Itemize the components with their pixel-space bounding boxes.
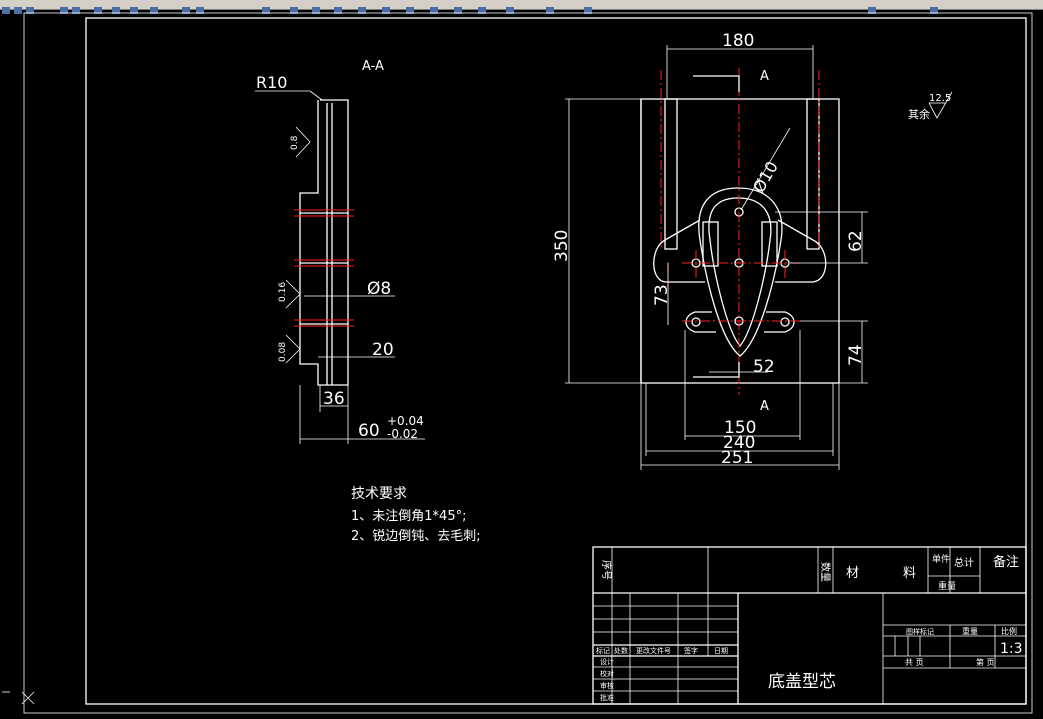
notes-line-2: 2、锐边倒钝、去毛刺;: [351, 529, 481, 544]
slot-right: [806, 98, 820, 250]
dim-r10: R10: [256, 73, 287, 92]
dim-60: 60: [358, 421, 380, 441]
tb-doc-no: 更改文件号: [636, 646, 671, 655]
tb-material-2: 料: [903, 566, 916, 581]
tb-approve: 批准: [600, 693, 614, 702]
ucs-icon: [2, 691, 35, 705]
dim-20: 20: [372, 340, 394, 360]
roughness-note: 其余 12.5: [908, 91, 953, 121]
svg-text:0.8: 0.8: [290, 135, 300, 150]
plan-view: A A 180 350 Ø10 62 73 74 52 150 240 251: [552, 31, 868, 470]
section-label-bottom: A: [760, 399, 769, 414]
dim-36: 36: [323, 389, 345, 409]
tb-stage-mark: 图样标记: [906, 627, 934, 636]
tb-sheet-no: 第 页: [976, 657, 995, 667]
dim-74: 74: [846, 344, 866, 366]
dim-d10: Ø10: [749, 158, 782, 196]
plan-outline: [640, 98, 840, 384]
roughness-symbol-1: 0.8: [290, 126, 311, 158]
tb-scale: 比例: [1001, 626, 1017, 636]
tb-unit: 单件: [932, 553, 950, 565]
section-title: A-A: [362, 59, 384, 74]
tb-total-sheets: 共 页: [905, 658, 924, 667]
section-view: A-A R10 0.8 0.16 0.08 Ø8 20 36 60 +0.04 …: [255, 59, 425, 444]
dim-350: 350: [552, 230, 572, 262]
section-centerlines: [294, 209, 354, 327]
section-outline: [299, 99, 349, 386]
section-label-top: A: [760, 69, 769, 84]
dim-62: 62: [846, 230, 866, 252]
roughness-note-value: 12.5: [929, 93, 951, 104]
tb-weight: 重量: [938, 580, 956, 592]
dim-60-tol-upper: +0.04: [387, 414, 424, 428]
notes-line-1: 1、未注倒角1*45°;: [351, 509, 466, 524]
tb-mark: 标记: [596, 646, 610, 655]
dim-180: 180: [722, 31, 754, 51]
roughness-symbol-3: 0.08: [278, 334, 301, 364]
dim-251: 251: [721, 448, 753, 468]
outer-frame: [23, 12, 1033, 714]
roughness-symbol-2: 0.16: [278, 279, 301, 309]
tb-count: 处数: [614, 646, 628, 655]
tb-material-1: 材: [846, 566, 859, 581]
cad-toolbar: [0, 0, 1043, 14]
dim-73: 73: [652, 284, 672, 306]
tb-design: 设计: [600, 657, 614, 666]
title-block: 序号 数量 材 料 单件 总计 重量 备注 标记 处数 更改文件号 签字 日期 …: [592, 546, 1027, 705]
dim-60-tol-lower: -0.02: [387, 427, 418, 441]
tb-qty: 数量: [819, 562, 832, 582]
section-marker-top: [693, 75, 740, 92]
tb-mass: 重量: [962, 626, 978, 636]
roughness-note-label: 其余: [908, 107, 930, 121]
dim-d8: Ø8: [367, 279, 391, 299]
slot-left: [664, 98, 678, 250]
tb-review: 审核: [600, 681, 614, 690]
svg-text:0.16: 0.16: [278, 282, 288, 302]
section-marker-bottom: [693, 362, 740, 378]
tb-scale-value: 1:3: [1000, 641, 1023, 657]
drawing-canvas[interactable]: A-A R10 0.8 0.16 0.08 Ø8 20 36 60 +0.04 …: [0, 10, 1043, 719]
tb-total: 总计: [954, 556, 974, 569]
tb-drawing-name: 底盖型芯: [768, 672, 836, 692]
notes-title: 技术要求: [351, 486, 407, 502]
svg-text:0.08: 0.08: [278, 342, 288, 362]
holes: [691, 207, 790, 327]
dim-52: 52: [753, 357, 775, 377]
section-rib-lines: [300, 212, 348, 325]
tb-check: 校对: [600, 669, 614, 678]
inner-frame: [85, 17, 1027, 705]
tb-date: 日期: [714, 647, 728, 655]
tb-seq: 序号: [600, 560, 613, 580]
technical-notes: 技术要求 1、未注倒角1*45°; 2、锐边倒钝、去毛刺;: [351, 486, 481, 544]
core-wing-left: [653, 219, 705, 283]
tb-remarks: 备注: [993, 554, 1019, 570]
tb-signature: 签字: [684, 646, 698, 655]
